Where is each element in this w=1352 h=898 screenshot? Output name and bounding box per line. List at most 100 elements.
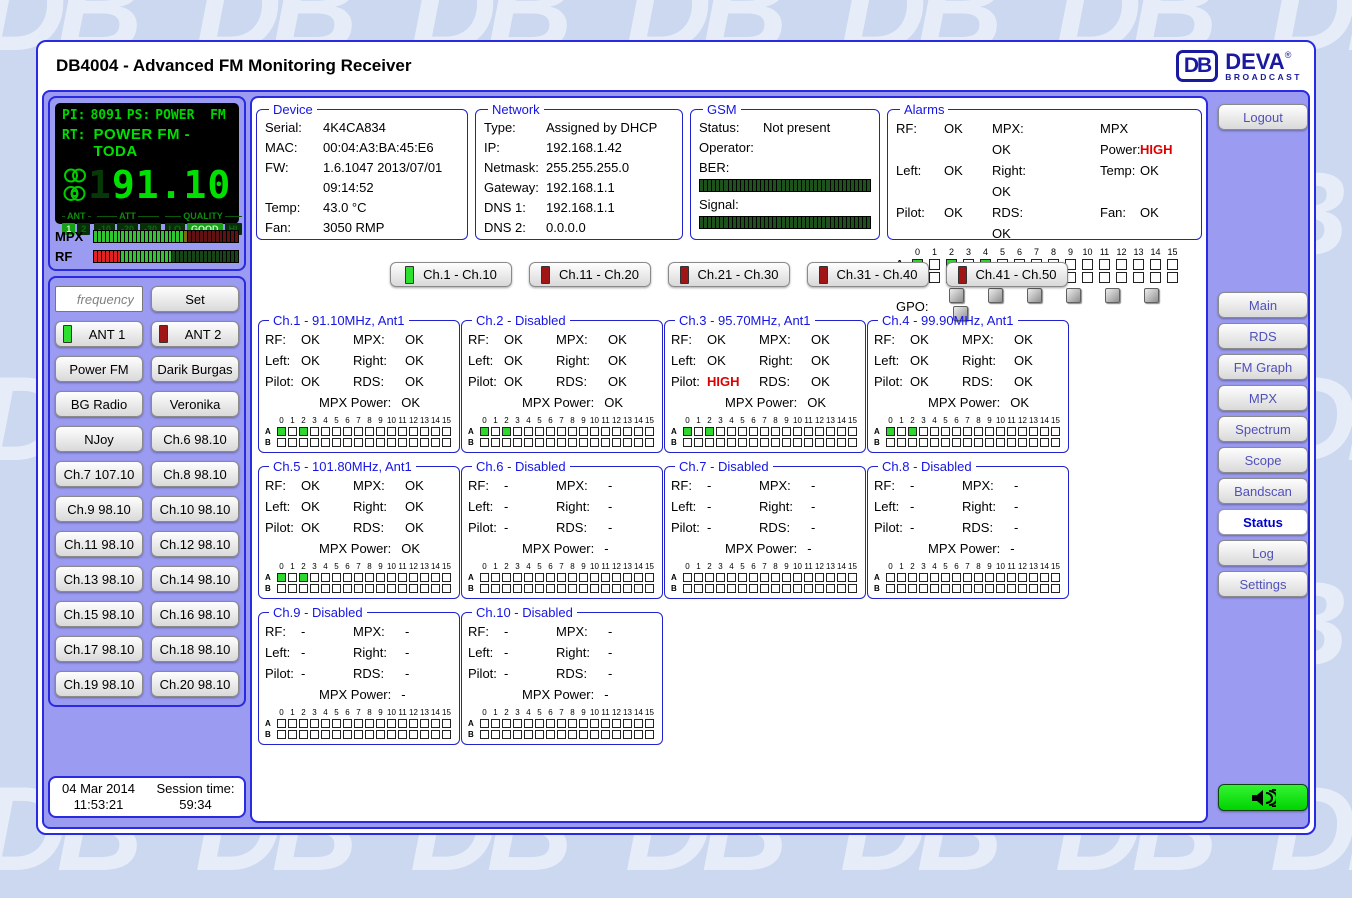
rf-value: - [504,621,556,642]
left-value: - [301,642,353,663]
alarm-bit-indicator [502,584,511,593]
nav-item[interactable]: Bandscan [1218,478,1308,504]
nav-item[interactable]: Settings [1218,571,1308,597]
alarm-bit-indicator [513,730,522,739]
bit-row-label: A [468,427,480,436]
alarm-bit-indicator [749,584,758,593]
nav-item[interactable]: Log [1218,540,1308,566]
db-logo-icon: DB [1176,50,1218,82]
nav-item[interactable]: FM Graph [1218,354,1308,380]
preset-button[interactable]: Power FM [55,356,143,382]
alarm-bit-indicator [321,438,330,447]
meter-segment [851,180,854,191]
preset-button[interactable]: Ch.15 98.10 [55,601,143,627]
bit-row-label: A [671,427,683,436]
meter-segment [204,231,207,242]
meter-segment [806,217,809,228]
preset-button[interactable]: Ch.14 98.10 [151,566,239,592]
mpx-power-label: MPX Power: [522,538,594,559]
channel-range-tab[interactable]: Ch.21 - Ch.30 [668,262,790,287]
alarm-bit-indicator [480,584,489,593]
preset-button[interactable]: Ch.16 98.10 [151,601,239,627]
meter-segment [863,180,866,191]
preset-button[interactable]: Ch.8 98.10 [151,461,239,487]
bit-row-label: A [468,573,480,582]
nav-item[interactable]: Main [1218,292,1308,318]
alarm-bit-indicator [623,427,632,436]
alarm-bit-indicator [491,730,500,739]
preset-button[interactable]: Ch.7 107.10 [55,461,143,487]
rds-label: RDS: [353,371,405,392]
alarm-bit-indicator [321,573,330,582]
alarm-bit-indicator [727,573,736,582]
logout-button[interactable]: Logout [1218,104,1308,130]
alarm-bit-indicator [963,427,972,436]
preset-button[interactable]: Ch.12 98.10 [151,531,239,557]
tab-led-icon [680,266,689,284]
nav-item[interactable]: RDS [1218,323,1308,349]
preset-button[interactable]: BG Radio [55,391,143,417]
nav-item[interactable]: Scope [1218,447,1308,473]
frequency-input[interactable] [55,286,143,312]
alarm-bit-indicator [354,427,363,436]
alarm-bit-indicator [590,584,599,593]
preset-button[interactable]: Ch.9 98.10 [55,496,143,522]
alarm-bit-indicator [431,427,440,436]
channel-panel: Ch.8 - Disabled RF:- MPX:- Left:- Right:… [867,459,1069,599]
mpx-power-value: OK [807,392,826,413]
network-row-value: 192.168.1.42 [546,138,674,158]
rds-value: OK [811,371,859,392]
mpx-power-value: - [401,684,405,705]
preset-button[interactable]: Ch.19 98.10 [55,671,143,697]
meter-segment [835,217,838,228]
device-row-value: 09:14:52 [323,178,459,198]
alarm-bit-indicator [332,438,341,447]
channel-panel: Ch.6 - Disabled RF:- MPX:- Left:- Right:… [461,459,663,599]
preset-button[interactable]: Ch.18 98.10 [151,636,239,662]
preset-button[interactable]: Ch.11 98.10 [55,531,143,557]
alarm-bit-indicator [996,573,1005,582]
alarm-bit-indicator [590,427,599,436]
alarm-bit-indicator [502,427,511,436]
alarm-bit-indicator [431,719,440,728]
meter-segment [863,217,866,228]
alarm-stat-value: OK [944,205,963,220]
meter-segment [814,180,817,191]
meter-segment [867,217,870,228]
preset-button[interactable]: Veronika [151,391,239,417]
rf-label: RF: [468,329,504,350]
channel-range-tab[interactable]: Ch.31 - Ch.40 [807,262,929,287]
channel-range-tab[interactable]: Ch.1 - Ch.10 [390,262,512,287]
preset-button[interactable]: NJoy [55,426,143,452]
mpx-power-value: - [604,538,608,559]
meter-segment [790,180,793,191]
alarm-bit-indicator [941,584,950,593]
preset-button[interactable]: Darik Burgas [151,356,239,382]
device-panel: Device Serial:4K4CA834MAC:00:04:A3:BA:45… [256,102,468,240]
alarm-bit-indicator [705,584,714,593]
alarm-bit-indicator [288,584,297,593]
rf-label: RF: [671,329,707,350]
nav-item[interactable]: Spectrum [1218,416,1308,442]
preset-button[interactable]: Ch.17 98.10 [55,636,143,662]
ant1-button[interactable]: ANT 1 [55,321,143,347]
alarm-bit-indicator [908,438,917,447]
nav-item-status-active[interactable]: Status [1218,509,1308,535]
meter-segment [724,217,727,228]
ant2-button[interactable]: ANT 2 [151,321,239,347]
channel-range-tab[interactable]: Ch.11 - Ch.20 [529,262,651,287]
preset-button[interactable]: Ch.13 98.10 [55,566,143,592]
preset-button[interactable]: Ch.10 98.10 [151,496,239,522]
nav-item[interactable]: MPX [1218,385,1308,411]
set-button[interactable]: Set [151,286,239,312]
alarm-bit-indicator [716,438,725,447]
preset-button[interactable]: Ch.20 98.10 [151,671,239,697]
alarm-stat-label: MPX Power: [1100,118,1140,160]
channel-range-tab[interactable]: Ch.41 - Ch.50 [946,262,1068,287]
listen-button[interactable] [1218,784,1308,811]
alarm-bit-indicator [1116,272,1127,283]
alarm-bit-indicator [963,573,972,582]
alarm-bit-indicator [1007,584,1016,593]
preset-button[interactable]: Ch.6 98.10 [151,426,239,452]
mpx-label: MPX: [759,329,811,350]
